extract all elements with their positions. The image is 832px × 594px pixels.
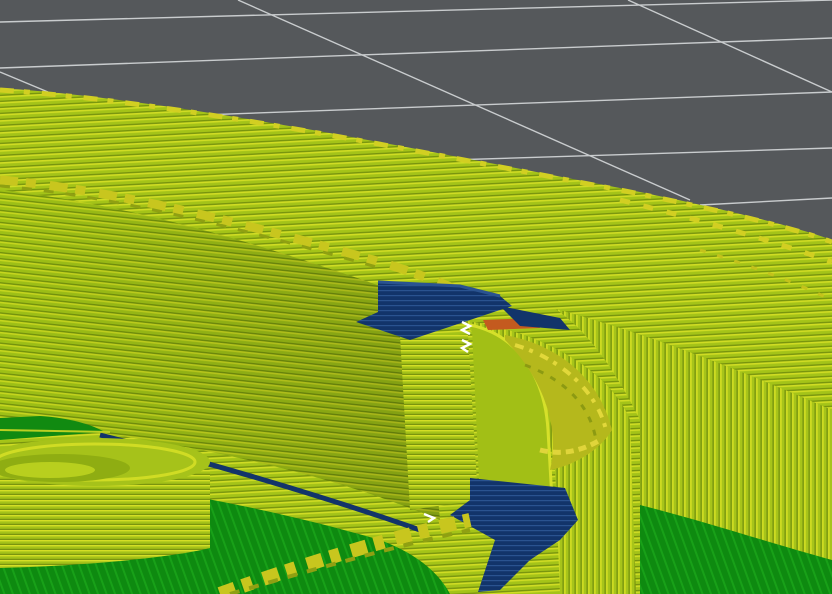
3d-preview-viewport[interactable] [0, 0, 832, 594]
gcode-preview-canvas[interactable] [0, 0, 832, 594]
central-pillar [400, 335, 478, 510]
